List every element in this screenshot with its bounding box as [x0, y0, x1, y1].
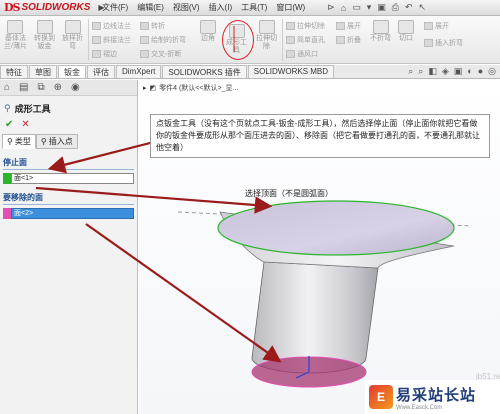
- top-face-label: 选择顶面（不是圆弧面）: [245, 189, 333, 198]
- brand-url: Www.Easck.Com: [396, 404, 443, 411]
- arrow-to-top-face: [35, 186, 273, 214]
- top-face-stop[interactable]: [217, 200, 455, 256]
- watermark-brand: E 易采站长站 Www.Easck.Com: [365, 380, 500, 414]
- brand-name: 易采站长站: [396, 385, 477, 404]
- brand-text: 易采站长站 Www.Easck.Com: [396, 384, 476, 411]
- instruction-note: 点钣金工具（没有这个页就点工具-钣金-成形工具），然后选择停止面（停止面你就把它…: [150, 114, 490, 158]
- brand-logo-icon: E: [369, 385, 393, 409]
- cylinder-body[interactable]: [251, 261, 379, 374]
- model-viewport: [35, 26, 473, 388]
